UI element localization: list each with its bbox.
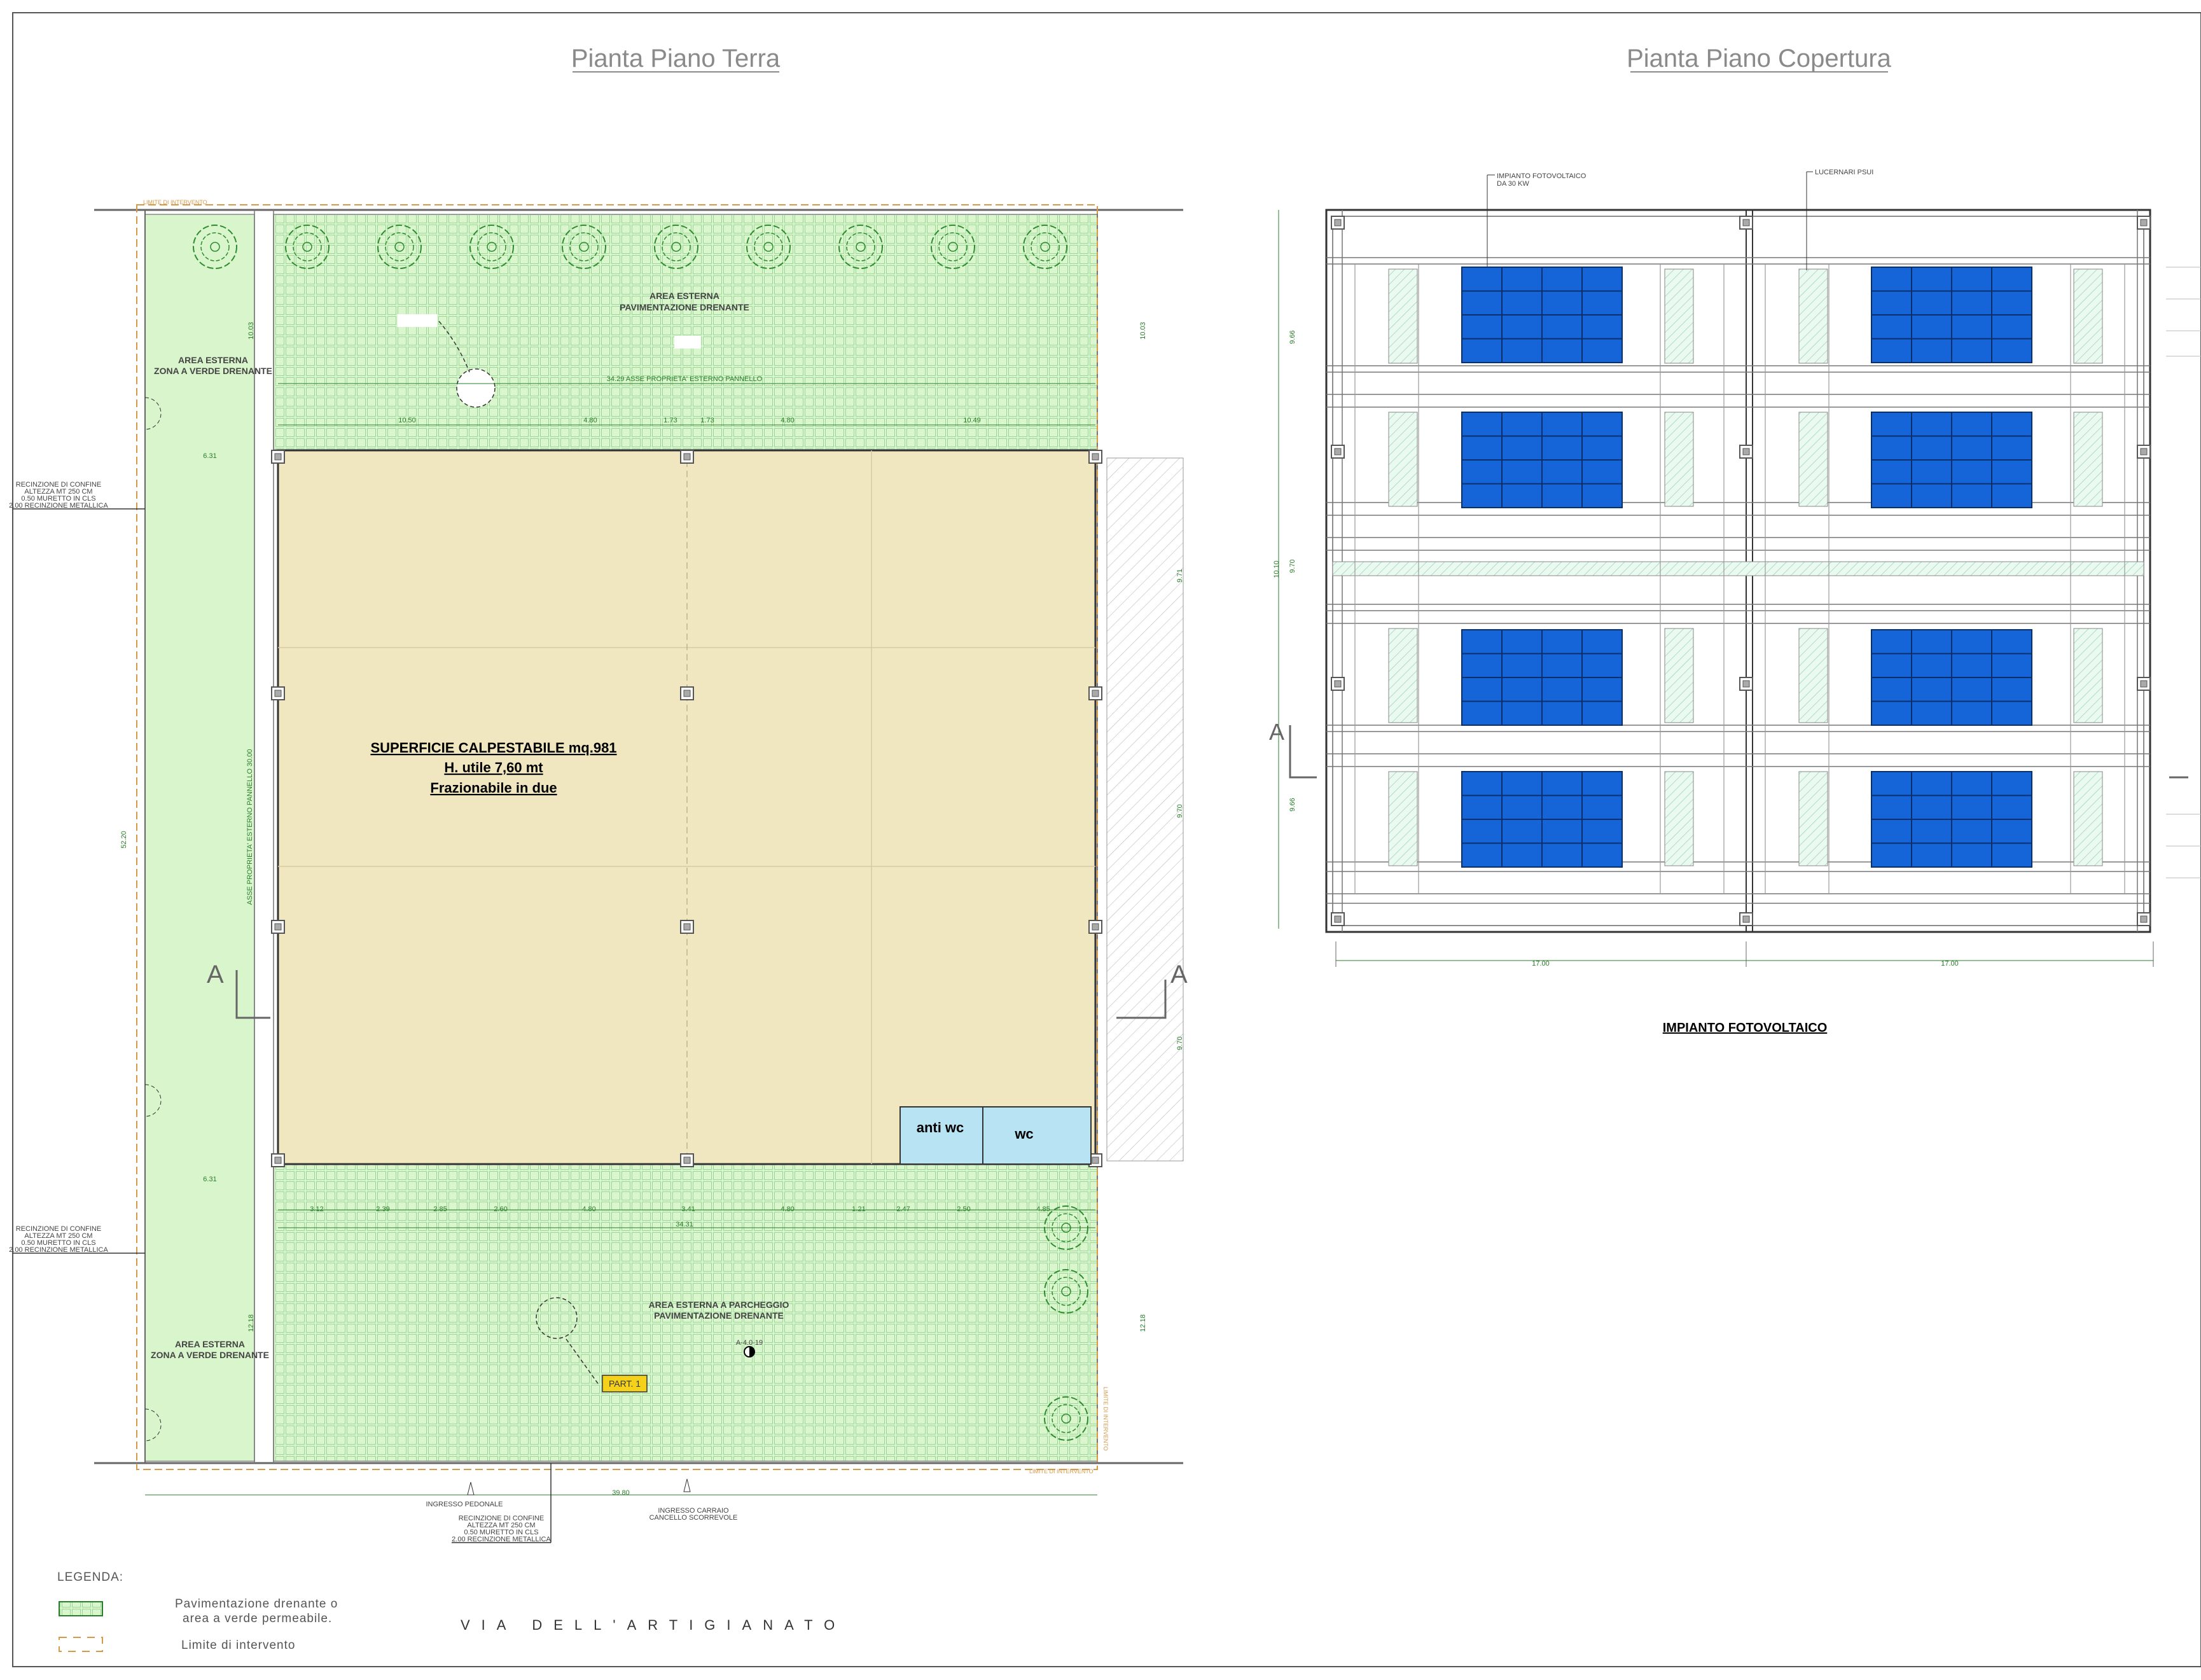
pv-callout-1: IMPIANTO FOTOVOLTAICO [1497, 172, 1587, 180]
dim-bottom-depth-left: 12.18 [247, 1314, 255, 1332]
roof-dim-bottom-2: 17.00 [1941, 960, 1959, 968]
dim-right-2: 9.70 [1176, 804, 1184, 817]
pv-array [1461, 267, 1623, 363]
legend: LEGENDA: Pavimentazione drenante o area … [57, 1571, 338, 1652]
svg-text:10.49: 10.49 [963, 417, 981, 424]
svg-text:2.00 RECINZIONE METALLICA: 2.00 RECINZIONE METALLICA [9, 502, 108, 510]
street-name: VIA DELL'ARTIGIANATO [461, 1617, 846, 1633]
drawing-sheet: Pianta Piano Terra Pianta Piano Copertur… [9, 12, 2201, 1667]
ground-floor-plan: LIMITE DI INTERVENTO LIMITE DI INTERVENT… [9, 199, 1188, 1543]
neighbour-hatch [1106, 457, 1184, 1162]
legend-title: LEGENDA: [57, 1571, 123, 1584]
dim-left-offset-2: 6.31 [203, 1176, 216, 1183]
svg-text:4.85: 4.85 [1036, 1205, 1050, 1213]
dim-right-3: 9.70 [1176, 1036, 1184, 1050]
dim-total-bottom: 34.31 [676, 1221, 693, 1228]
dim-left-offset: 6.31 [203, 452, 216, 460]
roof-caption: IMPIANTO FOTOVOLTAICO [1663, 1021, 1828, 1035]
split-label: Frazionabile in due [430, 780, 557, 796]
main-area-label: SUPERFICIE CALPESTABILE mq.981 [370, 740, 616, 756]
area-left-top-label-2: ZONA A VERDE DRENANTE [154, 366, 272, 376]
legend-item1-line1: Pavimentazione drenante o [175, 1597, 338, 1611]
pv-array [1461, 412, 1623, 508]
svg-text:4.80: 4.80 [582, 1205, 595, 1213]
pv-array [1871, 267, 2032, 363]
svg-text:1.21: 1.21 [852, 1205, 865, 1213]
roof-dim-left-4: 9.66 [1289, 798, 1296, 811]
svg-text:2.00 RECINZIONE METALLICA: 2.00 RECINZIONE METALLICA [9, 1246, 108, 1254]
section-mark-left: A [207, 961, 224, 989]
asse-left-label: ASSE PROPRIETA' ESTERNO PANNELLO 30.00 [246, 749, 254, 905]
tiny-note: A-4.0-19 [736, 1339, 763, 1347]
svg-text:4.80: 4.80 [781, 1205, 794, 1213]
pv-array [1871, 771, 2032, 868]
area-left-top-label-1: AREA ESTERNA [178, 355, 248, 365]
skylight-callout: LUCERNARI PSUI [1815, 169, 1873, 176]
area-left-bottom-label-1: AREA ESTERNA [175, 1339, 245, 1349]
svg-text:4.80: 4.80 [583, 417, 597, 424]
roof-plan: IMPIANTO FOTOVOLTAICO DA 30 KW LUCERNARI… [1269, 169, 2201, 1035]
svg-text:3.41: 3.41 [681, 1205, 695, 1213]
roof-section-mark-left: A [1269, 719, 1284, 745]
roof-dim-left-2: 10.10 [1273, 560, 1281, 578]
section-mark-right: A [1170, 961, 1188, 989]
legend-green-swatch [59, 1601, 103, 1616]
svg-text:10.50: 10.50 [398, 417, 416, 424]
ingresso-pedonale: INGRESSO PEDONALE [426, 1501, 503, 1508]
wc-block [899, 1106, 1092, 1165]
roof-dim-left-3: 9.70 [1289, 559, 1296, 573]
svg-text:1.73: 1.73 [663, 417, 677, 424]
pv-array [1871, 412, 2032, 508]
pv-array [1461, 629, 1623, 726]
asse-top-label: 34.29 ASSE PROPRIETA' ESTERNO PANNELLO [607, 375, 763, 383]
anti-wc-label: anti wc [917, 1120, 964, 1135]
dim-top-depth-left: 10.03 [247, 322, 255, 340]
dim-bottom-depth-right: 12.18 [1139, 1314, 1147, 1332]
fence-note-2: RECINZIONE DI CONFINE ALTEZZA MT 250 CM … [9, 1225, 108, 1254]
roof-plan-title: Pianta Piano Copertura [1627, 45, 1892, 73]
roof-dim-bottom-1: 17.00 [1532, 960, 1550, 968]
green-strip-left [144, 214, 255, 1462]
svg-text:2.85: 2.85 [433, 1205, 447, 1213]
wc-label: wc [1014, 1126, 1033, 1142]
limite-label-right: LIMITE DI INTERVENTO [1102, 1387, 1109, 1451]
dim-top-depth-right: 10.03 [1139, 322, 1147, 340]
svg-text:2.60: 2.60 [494, 1205, 507, 1213]
dim-side-left: 52.20 [120, 831, 128, 849]
legend-item2: Limite di intervento [181, 1639, 295, 1652]
pv-array [1461, 771, 1623, 868]
pv-array [1871, 629, 2032, 726]
ground-plan-title: Pianta Piano Terra [571, 45, 781, 73]
fence-note-1: RECINZIONE DI CONFINE ALTEZZA MT 250 CM … [9, 481, 108, 510]
svg-text:2.39: 2.39 [376, 1205, 389, 1213]
height-label: H. utile 7,60 mt [444, 760, 543, 775]
legend-limit-swatch [59, 1637, 103, 1652]
part-tag-label: PART. 1 [609, 1378, 641, 1389]
svg-text:2.00 RECINZIONE METALLICA: 2.00 RECINZIONE METALLICA [452, 1536, 551, 1543]
area-top-label-1: AREA ESTERNA [649, 291, 719, 301]
ingresso-carraio-2: CANCELLO SCORREVOLE [649, 1514, 738, 1522]
dim-right-1: 9.71 [1176, 569, 1184, 582]
limite-label-bottom: LIMITE DI INTERVENTO [1029, 1468, 1094, 1475]
area-top-label-2: PAVIMENTAZIONE DRENANTE [620, 302, 749, 312]
area-parking-label-2: PAVIMENTAZIONE DRENANTE [654, 1310, 784, 1321]
limite-label-top: LIMITE DI INTERVENTO [143, 199, 207, 205]
dim-street-total: 39.80 [612, 1489, 630, 1497]
svg-text:4.80: 4.80 [781, 417, 794, 424]
area-left-bottom-label-2: ZONA A VERDE DRENANTE [151, 1350, 269, 1360]
area-parking-label-1: AREA ESTERNA A PARCHEGGIO [649, 1300, 789, 1310]
svg-text:3.12: 3.12 [310, 1205, 323, 1213]
roof-dim-left-1: 9.66 [1289, 330, 1296, 344]
svg-text:2.47: 2.47 [896, 1205, 910, 1213]
fence-note-3: RECINZIONE DI CONFINE ALTEZZA MT 250 CM … [452, 1515, 551, 1543]
pv-callout-2: DA 30 KW [1497, 180, 1529, 188]
svg-text:1.73: 1.73 [700, 417, 714, 424]
svg-text:2.50: 2.50 [957, 1205, 970, 1213]
legend-item1-line2: area a verde permeabile. [183, 1612, 332, 1625]
